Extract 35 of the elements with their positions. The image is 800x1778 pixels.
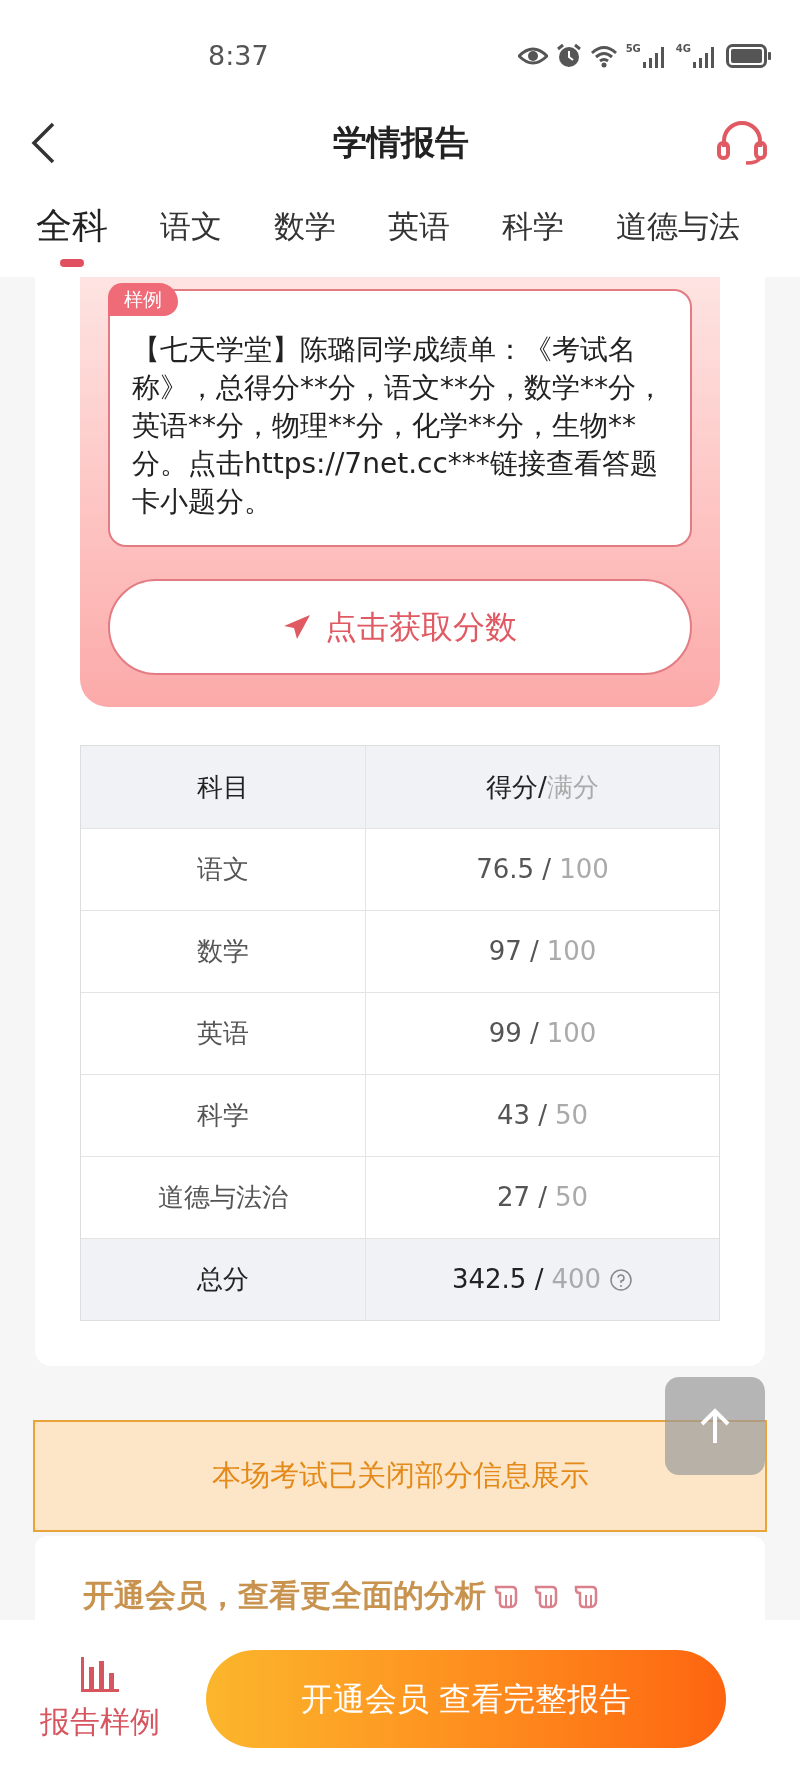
subject-tab[interactable]: 语文 <box>160 203 222 250</box>
sample-message: 【七天学堂】陈璐同学成绩单：《考试名称》，总得分**分，语文**分，数学**分，英语**分，物理**分，化学**分，生物**分。点击https://7net.cc***链接查看答题卡小题分。 <box>132 332 665 520</box>
subject-tab[interactable]: 数学 <box>274 203 336 250</box>
subject-tab[interactable]: 英语 <box>388 203 450 250</box>
wifi-icon <box>589 44 618 68</box>
scroll-to-top-button[interactable] <box>665 1377 765 1475</box>
alarm-clock-icon <box>555 43 582 69</box>
get-score-button[interactable]: 点击获取分数 <box>108 579 692 675</box>
sample-tag: 样例 <box>108 283 178 316</box>
score-cell-text: 43 / 50 <box>495 1099 590 1132</box>
paper-plane-icon <box>283 614 311 640</box>
page-title: 学情报告 <box>333 121 469 164</box>
score-cell: 342.5 / 400 <box>366 1239 719 1320</box>
subject-cell: 总分 <box>81 1239 366 1320</box>
status-time: 8:37 <box>208 38 269 73</box>
bar-chart-icon <box>80 1654 120 1693</box>
back-icon <box>30 120 56 165</box>
header-cell-text: 得分/满分 <box>485 770 600 804</box>
subject-tab[interactable]: 全科 <box>36 199 108 267</box>
report-sample-button[interactable]: 报告样例 <box>40 1654 160 1744</box>
battery-icon <box>726 44 772 68</box>
headset-icon <box>716 120 768 165</box>
score-cell-text: 27 / 50 <box>495 1181 590 1214</box>
score-cell-text: 76.5 / 100 <box>475 853 610 886</box>
network-label: 5G <box>625 44 641 54</box>
subject-tab[interactable]: 科学 <box>502 203 564 250</box>
up-arrow-icon <box>699 1407 731 1445</box>
network-label: 4G <box>675 44 691 54</box>
score-cell-text: 99 / 100 <box>487 1017 598 1050</box>
notice-banner: 本场考试已关闭部分信息展示 <box>33 1420 767 1532</box>
score-cell-text: 97 / 100 <box>487 935 598 968</box>
eye-icon <box>517 46 548 66</box>
promo-title: 开通会员，查看更全面的分析 <box>83 1576 486 1615</box>
subject-tab[interactable]: 道德与法 <box>616 203 740 250</box>
help-icon[interactable] <box>609 1267 634 1292</box>
